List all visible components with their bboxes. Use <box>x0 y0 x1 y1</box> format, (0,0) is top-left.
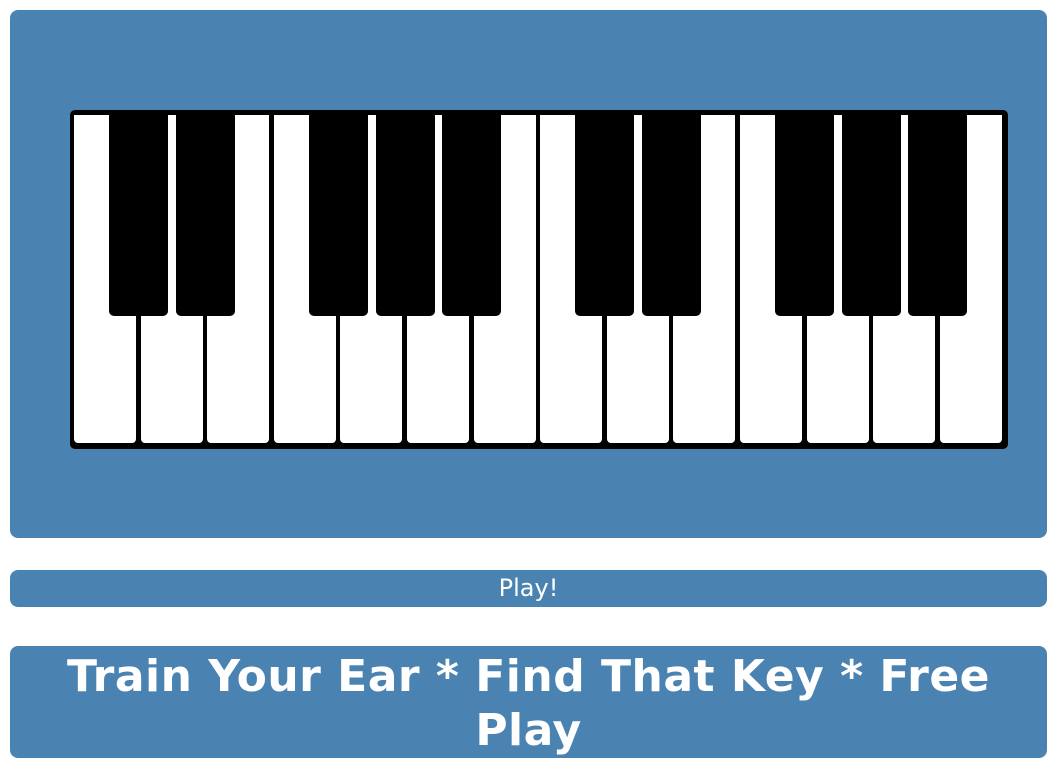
piano-keyboard <box>70 110 1008 449</box>
black-key-a-sharp[interactable] <box>908 110 968 316</box>
black-key-d-sharp[interactable] <box>641 110 701 316</box>
piano-panel <box>10 10 1047 538</box>
black-key-a-sharp[interactable] <box>442 110 502 316</box>
black-key-g-sharp[interactable] <box>841 110 901 316</box>
black-key-c-sharp[interactable] <box>109 110 169 316</box>
app-title: Train Your Ear * Find That Key * Free Pl… <box>66 651 991 756</box>
play-button[interactable]: Play! <box>10 570 1047 607</box>
title-banner: Train Your Ear * Find That Key * Free Pl… <box>10 646 1047 758</box>
black-key-g-sharp[interactable] <box>375 110 435 316</box>
black-key-f-sharp[interactable] <box>775 110 835 316</box>
black-key-d-sharp[interactable] <box>175 110 235 316</box>
black-key-f-sharp[interactable] <box>308 110 368 316</box>
black-key-c-sharp[interactable] <box>575 110 635 316</box>
